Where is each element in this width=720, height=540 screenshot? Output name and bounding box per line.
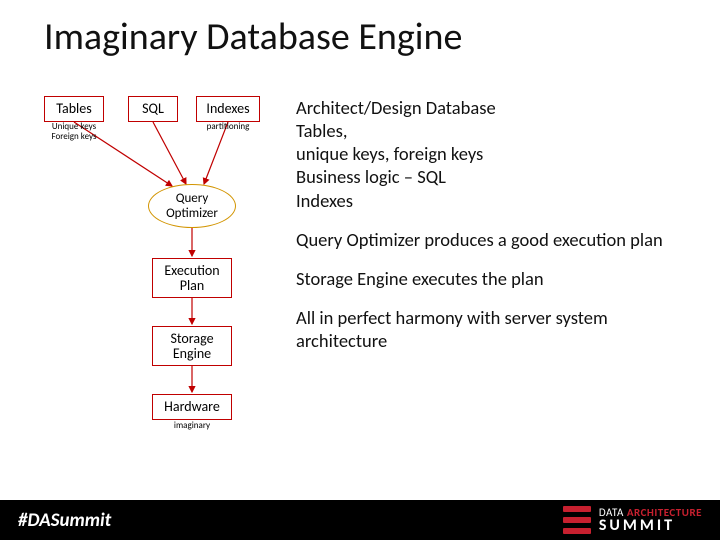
storage-line1: Storage	[153, 331, 231, 346]
box-storage-engine: Storage Engine	[152, 326, 232, 366]
diagram-area: Tables Unique keys Foreign keys SQL Inde…	[44, 96, 260, 466]
bullet-1-l3: unique keys, foreign keys	[296, 142, 696, 165]
box-execution-plan: Execution Plan	[152, 258, 232, 298]
exec-line2: Plan	[153, 278, 231, 293]
box-tables: Tables	[44, 96, 104, 122]
exec-line1: Execution	[153, 263, 231, 278]
bullet-1-l4: Business logic – SQL	[296, 165, 696, 188]
qo-line2: Optimizer	[166, 206, 218, 221]
brand-text: DATA ARCHITECTURE SUMMIT	[599, 507, 702, 534]
bullet-1-l5: Indexes	[296, 189, 696, 212]
brand-word-summit: SUMMIT	[599, 518, 702, 534]
bullet-3: Storage Engine executes the plan	[296, 267, 696, 290]
bullet-4: All in perfect harmony with server syste…	[296, 306, 696, 352]
bullet-2: Query Optimizer produces a good executio…	[296, 228, 696, 251]
subtext-hardware: imaginary	[152, 420, 232, 431]
bullet-1-l1: Architect/Design Database	[296, 96, 696, 119]
qo-line1: Query	[176, 191, 209, 206]
subtext-indexes: partitioning	[196, 122, 260, 132]
bullet-list: Architect/Design Database Tables, unique…	[296, 96, 696, 368]
ellipse-query-optimizer: Query Optimizer	[148, 184, 236, 228]
subtext-tables: Unique keys Foreign keys	[44, 122, 104, 142]
footer-bar: #DASummit DATA ARCHITECTURE SUMMIT	[0, 500, 720, 540]
bullet-1-l2: Tables,	[296, 119, 696, 142]
subtext-tables-l2: Foreign keys	[44, 132, 104, 142]
footer-hashtag: #DASummit	[18, 509, 111, 532]
brand-bars-icon	[563, 506, 591, 534]
page-title: Imaginary Database Engine	[44, 14, 462, 60]
footer-brand: DATA ARCHITECTURE SUMMIT	[563, 506, 702, 534]
box-indexes: Indexes	[196, 96, 260, 122]
box-sql: SQL	[128, 96, 178, 122]
bullet-1: Architect/Design Database Tables, unique…	[296, 96, 696, 212]
storage-line2: Engine	[153, 346, 231, 361]
box-hardware: Hardware	[152, 394, 232, 420]
